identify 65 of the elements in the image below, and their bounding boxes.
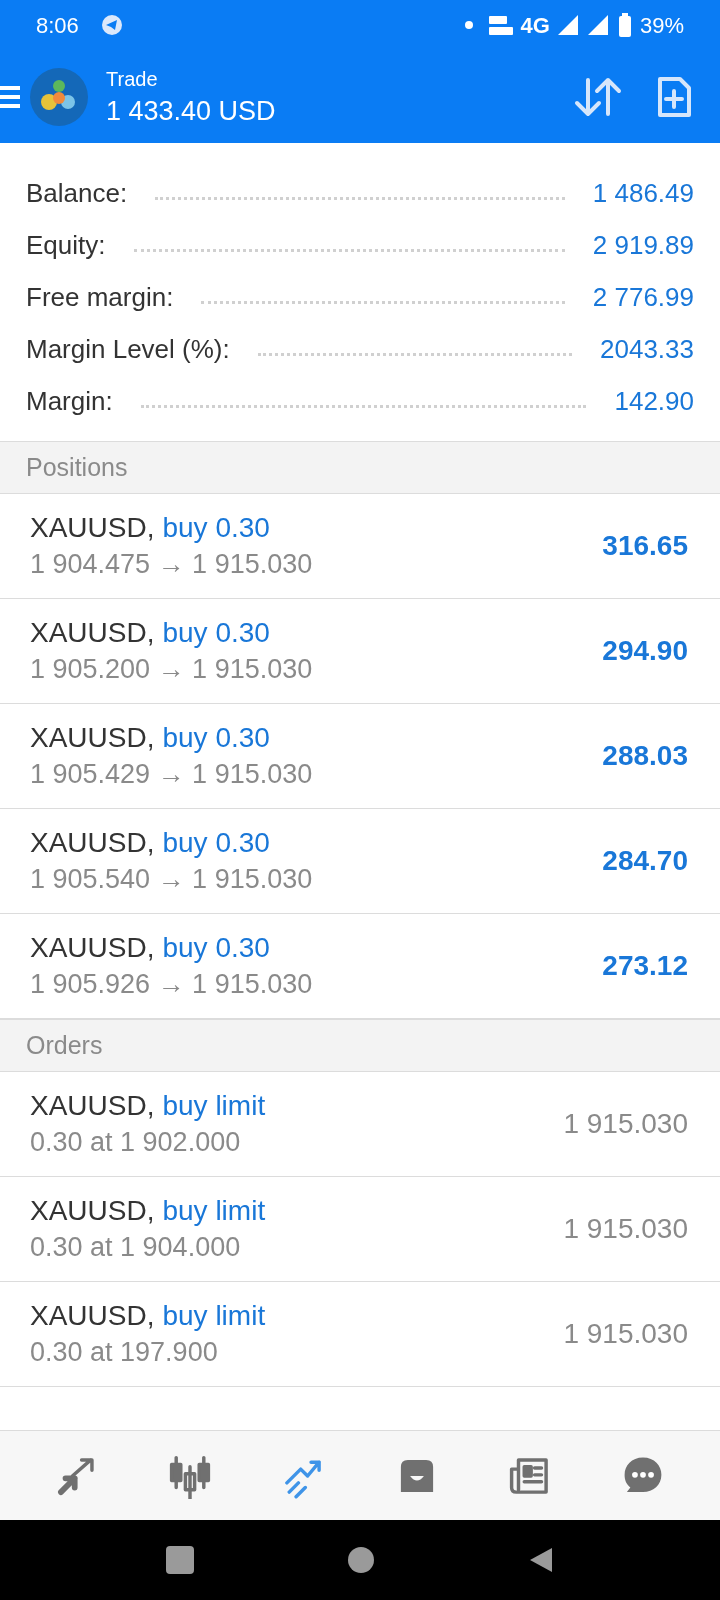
summary-label: Margin: — [26, 384, 113, 418]
position-row[interactable]: XAUUSD, buy 0.30 1 905.429 → 1 915.030 288.03 — [0, 704, 720, 809]
battery-icon — [617, 13, 632, 37]
network-type: 4G — [520, 11, 550, 40]
price-range: 1 905.429 → 1 915.030 — [30, 758, 314, 791]
summary-value: 1 486.49 — [592, 176, 694, 210]
profit-value: 288.03 — [602, 739, 688, 773]
order-price: 1 915.030 — [563, 1317, 688, 1351]
summary-label: Margin Level (%): — [26, 332, 230, 366]
order-detail: 0.30 at 197.900 — [30, 1336, 219, 1369]
order-type: buy limit — [162, 1089, 266, 1123]
menu-icon[interactable] — [0, 83, 20, 110]
summary-value: 2 919.89 — [592, 228, 694, 262]
price-range: 1 904.475 → 1 915.030 — [30, 548, 314, 581]
profit-value: 284.70 — [602, 844, 688, 878]
symbol-name: XAUUSD, — [30, 616, 155, 650]
recents-button-icon[interactable] — [166, 1546, 195, 1574]
new-order-icon[interactable] — [656, 74, 692, 119]
symbol-name: XAUUSD, — [30, 721, 155, 755]
notification-dot-icon — [464, 21, 473, 29]
profit-value: 273.12 — [602, 949, 688, 983]
order-detail: 0.30 at 1 902.000 — [30, 1126, 242, 1159]
order-row[interactable]: XAUUSD, buy limit 0.30 at 1 904.000 1 915.030 — [0, 1177, 720, 1282]
account-amount: 1 433.40 USD — [106, 94, 276, 128]
price-range: 1 905.540 → 1 915.030 — [30, 863, 314, 896]
status-time: 8:06 — [36, 11, 79, 40]
profit-value: 316.65 — [602, 529, 688, 563]
position-row[interactable]: XAUUSD, buy 0.30 1 905.200 → 1 915.030 294.90 — [0, 599, 720, 704]
symbol-name: XAUUSD, — [30, 1299, 155, 1333]
order-price: 1 915.030 — [563, 1212, 688, 1246]
price-range: 1 905.926 → 1 915.030 — [30, 968, 314, 1001]
telegram-icon — [100, 14, 123, 36]
position-row[interactable]: XAUUSD, buy 0.30 1 904.475 → 1 915.030 316.65 — [0, 494, 720, 599]
order-row[interactable]: XAUUSD, buy limit 0.30 at 1 902.000 1 915.030 — [0, 1072, 720, 1177]
trade-side: buy 0.30 — [162, 931, 270, 965]
trade-side: buy 0.30 — [162, 616, 270, 650]
summary-value: 2 776.99 — [592, 280, 694, 314]
battery-percent: 39% — [639, 11, 684, 40]
summary-label: Balance: — [26, 176, 128, 210]
profit-value: 294.90 — [602, 634, 688, 668]
order-type: buy limit — [162, 1194, 266, 1228]
trade-side: buy 0.30 — [162, 511, 270, 545]
summary-value: 142.90 — [614, 384, 694, 418]
sort-icon[interactable] — [574, 75, 622, 118]
trade-side: buy 0.30 — [162, 826, 270, 860]
symbol-name: XAUUSD, — [30, 931, 155, 965]
symbol-name: XAUUSD, — [30, 826, 155, 860]
summary-label: Equity: — [26, 228, 106, 262]
app-logo-icon — [30, 67, 88, 126]
order-row[interactable]: XAUUSD, buy limit 0.30 at 197.900 1 915.030 — [0, 1282, 720, 1387]
symbol-name: XAUUSD, — [30, 1194, 155, 1228]
price-range: 1 905.200 → 1 915.030 — [30, 653, 314, 686]
trade-side: buy 0.30 — [162, 721, 270, 755]
summary-value: 2043.33 — [600, 332, 694, 366]
order-type: buy limit — [162, 1299, 266, 1333]
home-button-icon[interactable] — [347, 1546, 375, 1574]
summary-label: Free margin: — [26, 280, 174, 314]
position-row[interactable]: XAUUSD, buy 0.30 1 905.540 → 1 915.030 284.70 — [0, 809, 720, 914]
section-header: Orders — [26, 1029, 103, 1061]
symbol-name: XAUUSD, — [30, 511, 155, 545]
symbol-name: XAUUSD, — [30, 1089, 155, 1123]
screen-title: Trade — [106, 66, 159, 92]
order-detail: 0.30 at 1 904.000 — [30, 1231, 242, 1264]
order-price: 1 915.030 — [563, 1107, 688, 1141]
section-header: Positions — [26, 451, 128, 483]
